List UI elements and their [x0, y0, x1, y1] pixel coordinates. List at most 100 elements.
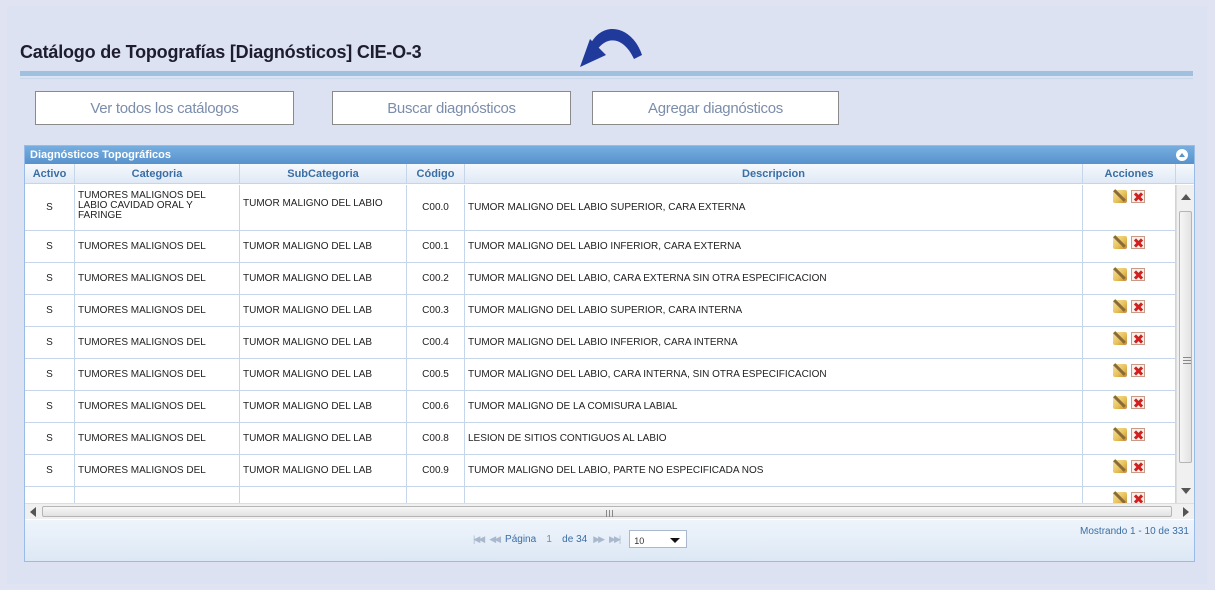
cell-categoria: TUMORES MALIGNOS DEL — [75, 231, 240, 262]
view-all-catalogs-button[interactable]: Ver todos los catálogos — [35, 91, 294, 125]
cell-categoria: TUMORES MALIGNOS DEL — [75, 295, 240, 326]
cell-codigo: C00.3 — [407, 295, 465, 326]
add-diagnoses-label: Agregar diagnósticos — [648, 99, 783, 117]
cell-categoria: TUMORES MALIGNOS DEL — [75, 327, 240, 358]
column-header-codigo[interactable]: Código — [407, 164, 465, 184]
last-page-icon[interactable]: ▶▶| — [609, 534, 621, 545]
cell-categoria: TUMORES MALIGNOS DEL — [75, 359, 240, 390]
cell-descripcion: TUMOR MALIGNO DEL LABIO SUPERIOR, CARA E… — [465, 185, 1083, 230]
cell-categoria: TUMORES MALIGNOS DEL — [75, 455, 240, 486]
page-title: Catálogo de Topografías [Diagnósticos] C… — [20, 42, 422, 62]
edit-icon[interactable] — [1113, 460, 1127, 473]
edit-icon[interactable] — [1113, 268, 1127, 281]
cell-activo: S — [25, 327, 75, 358]
table-row[interactable]: S TUMORES MALIGNOS DEL TUMOR MALIGNO DEL… — [25, 327, 1176, 359]
diagnoses-grid: Diagnósticos Topográficos Activo Categor… — [24, 145, 1195, 562]
records-summary: Mostrando 1 - 10 de 331 — [1080, 526, 1189, 537]
horizontal-scrollbar[interactable] — [25, 503, 1194, 519]
table-row[interactable]: S TUMORES MALIGNOS DEL LABIO CAVIDAD ORA… — [25, 185, 1176, 231]
delete-icon[interactable] — [1131, 364, 1145, 377]
prev-page-icon[interactable]: ◀◀ — [489, 534, 501, 545]
cell-subcategoria: TUMOR MALIGNO DEL LAB — [240, 327, 407, 358]
column-header-acciones[interactable]: Acciones — [1083, 164, 1176, 184]
delete-icon[interactable] — [1131, 300, 1145, 313]
search-diagnoses-button[interactable]: Buscar diagnósticos — [332, 91, 571, 125]
scroll-left-icon[interactable] — [30, 507, 36, 517]
cell-empty — [25, 487, 75, 503]
cell-acciones — [1083, 185, 1176, 230]
cell-descripcion: TUMOR MALIGNO DEL LABIO, PARTE NO ESPECI… — [465, 455, 1083, 486]
vertical-scrollbar[interactable] — [1176, 185, 1194, 503]
table-row[interactable]: S TUMORES MALIGNOS DEL TUMOR MALIGNO DEL… — [25, 359, 1176, 391]
cell-descripcion: TUMOR MALIGNO DEL LABIO SUPERIOR, CARA I… — [465, 295, 1083, 326]
cell-acciones — [1083, 487, 1176, 503]
column-header-descripcion[interactable]: Descripcion — [465, 164, 1083, 184]
cell-subcategoria: TUMOR MALIGNO DEL LAB — [240, 391, 407, 422]
rows-per-page-select[interactable]: 10 — [629, 530, 688, 548]
cell-empty — [465, 487, 1083, 503]
cell-codigo: C00.4 — [407, 327, 465, 358]
cell-empty — [240, 487, 407, 503]
edit-icon[interactable] — [1113, 364, 1127, 377]
table-row[interactable]: S TUMORES MALIGNOS DEL TUMOR MALIGNO DEL… — [25, 295, 1176, 327]
delete-icon[interactable] — [1131, 396, 1145, 409]
delete-icon[interactable] — [1131, 190, 1145, 203]
scroll-right-icon[interactable] — [1183, 507, 1189, 517]
vertical-scroll-thumb[interactable] — [1179, 211, 1192, 463]
column-header-categoria[interactable]: Categoria — [75, 164, 240, 184]
pager-controls: |◀◀ ◀◀ Página 1 de 34 ▶▶ ▶▶| 10 — [473, 530, 688, 548]
edit-icon[interactable] — [1113, 332, 1127, 345]
cell-subcategoria: TUMOR MALIGNO DEL LAB — [240, 295, 407, 326]
cell-categoria: TUMORES MALIGNOS DEL — [75, 423, 240, 454]
collapse-icon[interactable] — [1176, 149, 1188, 161]
cell-categoria: TUMORES MALIGNOS DEL — [75, 263, 240, 294]
cell-acciones — [1083, 359, 1176, 390]
cell-codigo: C00.8 — [407, 423, 465, 454]
scroll-up-icon[interactable] — [1181, 194, 1191, 200]
cell-subcategoria: TUMOR MALIGNO DEL LAB — [240, 359, 407, 390]
add-diagnoses-button[interactable]: Agregar diagnósticos — [592, 91, 839, 125]
delete-icon[interactable] — [1131, 236, 1145, 249]
delete-icon[interactable] — [1131, 332, 1145, 345]
cell-codigo: C00.2 — [407, 263, 465, 294]
delete-icon[interactable] — [1131, 428, 1145, 441]
edit-icon[interactable] — [1113, 492, 1127, 503]
horizontal-scroll-thumb[interactable] — [42, 506, 1172, 517]
edit-icon[interactable] — [1113, 396, 1127, 409]
edit-icon[interactable] — [1113, 300, 1127, 313]
table-row-partial[interactable] — [25, 487, 1176, 503]
grid-body: S TUMORES MALIGNOS DEL LABIO CAVIDAD ORA… — [25, 185, 1176, 503]
cell-activo: S — [25, 295, 75, 326]
table-row[interactable]: S TUMORES MALIGNOS DEL TUMOR MALIGNO DEL… — [25, 423, 1176, 455]
page-input[interactable]: 1 — [542, 534, 556, 545]
scroll-down-icon[interactable] — [1181, 488, 1191, 494]
table-row[interactable]: S TUMORES MALIGNOS DEL TUMOR MALIGNO DEL… — [25, 455, 1176, 487]
cell-codigo: C00.0 — [407, 185, 465, 230]
column-header-subcategoria[interactable]: SubCategoria — [240, 164, 407, 184]
table-row[interactable]: S TUMORES MALIGNOS DEL TUMOR MALIGNO DEL… — [25, 263, 1176, 295]
cell-codigo: C00.6 — [407, 391, 465, 422]
cell-codigo: C00.5 — [407, 359, 465, 390]
cell-acciones — [1083, 295, 1176, 326]
next-page-icon[interactable]: ▶▶ — [593, 534, 605, 545]
grid-header: Activo Categoria SubCategoria Código Des… — [25, 164, 1194, 184]
cell-acciones — [1083, 423, 1176, 454]
delete-icon[interactable] — [1131, 492, 1145, 503]
cell-subcategoria: TUMOR MALIGNO DEL LAB — [240, 455, 407, 486]
cell-acciones — [1083, 263, 1176, 294]
cell-descripcion: LESION DE SITIOS CONTIGUOS AL LABIO — [465, 423, 1083, 454]
column-header-activo[interactable]: Activo — [25, 164, 75, 184]
delete-icon[interactable] — [1131, 268, 1145, 281]
cell-acciones — [1083, 391, 1176, 422]
edit-icon[interactable] — [1113, 190, 1127, 203]
cell-acciones — [1083, 455, 1176, 486]
page-label: Página — [505, 533, 537, 545]
delete-icon[interactable] — [1131, 460, 1145, 473]
edit-icon[interactable] — [1113, 428, 1127, 441]
first-page-icon[interactable]: |◀◀ — [473, 534, 485, 545]
edit-icon[interactable] — [1113, 236, 1127, 249]
table-row[interactable]: S TUMORES MALIGNOS DEL TUMOR MALIGNO DEL… — [25, 231, 1176, 263]
cell-subcategoria: TUMOR MALIGNO DEL LAB — [240, 423, 407, 454]
table-row[interactable]: S TUMORES MALIGNOS DEL TUMOR MALIGNO DEL… — [25, 391, 1176, 423]
rows-per-page-value: 10 — [634, 536, 645, 546]
